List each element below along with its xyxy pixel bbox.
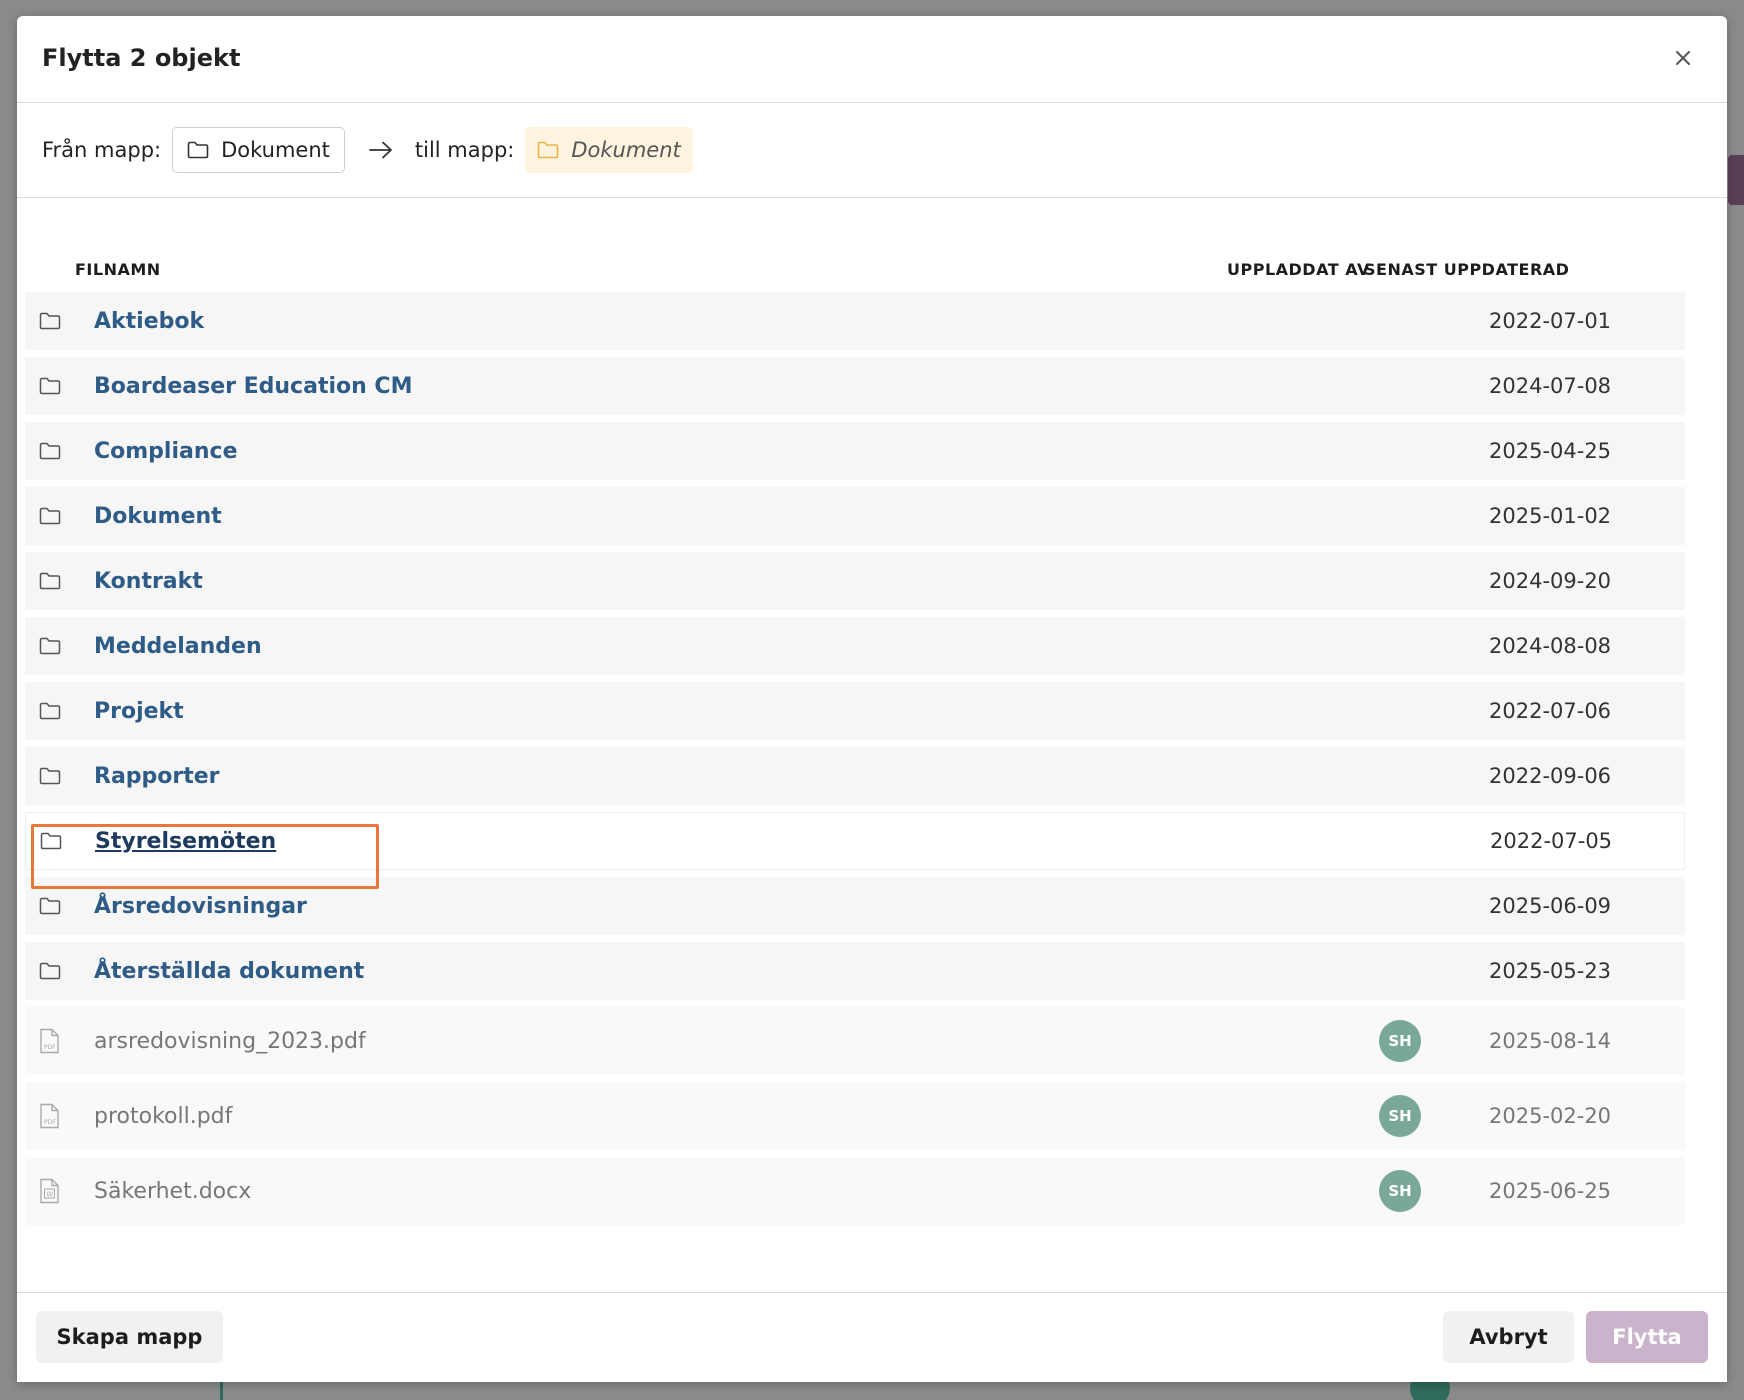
table-row[interactable]: Årsredovisningar 2025-06-09 [25, 877, 1685, 935]
table-row: W Säkerhet.docx SH 2025-06-25 [25, 1157, 1685, 1225]
pdf-file-icon: PDF [39, 1028, 61, 1054]
folder-name-link[interactable]: Projekt [94, 699, 184, 724]
updated-date: 2022-09-06 [1489, 764, 1612, 788]
folder-name-link[interactable]: Kontrakt [94, 569, 203, 594]
folder-name-link[interactable]: Compliance [94, 439, 237, 464]
from-label: Från mapp: [42, 138, 162, 162]
folder-icon [39, 767, 61, 785]
updated-date: 2022-07-05 [1490, 829, 1613, 853]
updated-date: 2022-07-06 [1489, 699, 1612, 723]
column-header-uploaded-by[interactable]: UPPLADDAT AV [1227, 260, 1370, 279]
table-row[interactable]: Aktiebok 2022-07-01 [25, 292, 1685, 350]
from-folder-name: Dokument [221, 138, 330, 162]
background-tab [1728, 155, 1744, 205]
file-name: arsredovisning_2023.pdf [94, 1028, 366, 1054]
dialog-header: Flytta 2 objekt [17, 16, 1727, 103]
updated-date: 2024-07-08 [1489, 374, 1612, 398]
folder-name-link[interactable]: Boardeaser Education CM [94, 374, 412, 399]
folder-name-link[interactable]: Aktiebok [94, 309, 204, 334]
avatar: SH [1379, 1170, 1421, 1212]
folder-icon [39, 507, 61, 525]
folder-name-link[interactable]: Styrelsemöten [95, 829, 276, 854]
background-line [220, 1380, 223, 1400]
folder-icon [39, 637, 61, 655]
pdf-file-icon: PDF [39, 1103, 61, 1129]
table-row[interactable]: Kontrakt 2024-09-20 [25, 552, 1685, 610]
folder-icon [40, 832, 62, 850]
updated-date: 2025-06-25 [1489, 1179, 1612, 1203]
avatar: SH [1379, 1095, 1421, 1137]
from-folder-chip: Dokument [172, 127, 345, 173]
svg-text:PDF: PDF [44, 1119, 56, 1126]
table-row[interactable]: Meddelanden 2024-08-08 [25, 617, 1685, 675]
table-row[interactable]: Compliance 2025-04-25 [25, 422, 1685, 480]
updated-date: 2022-07-01 [1489, 309, 1612, 333]
folder-name-link[interactable]: Dokument [94, 504, 222, 529]
svg-text:W: W [46, 1191, 53, 1199]
dialog-title: Flytta 2 objekt [42, 44, 241, 72]
folder-icon [39, 377, 61, 395]
folder-icon [39, 312, 61, 330]
column-header-name[interactable]: FILNAMN [75, 260, 161, 279]
folder-icon [39, 897, 61, 915]
table-row[interactable]: Projekt 2022-07-06 [25, 682, 1685, 740]
table-row[interactable]: Rapporter 2022-09-06 [25, 747, 1685, 805]
table-row: PDF protokoll.pdf SH 2025-02-20 [25, 1082, 1685, 1150]
svg-text:PDF: PDF [44, 1044, 56, 1051]
avatar: SH [1379, 1020, 1421, 1062]
folder-icon [39, 442, 61, 460]
word-file-icon: W [39, 1178, 61, 1204]
folder-icon [39, 572, 61, 590]
updated-date: 2025-01-02 [1489, 504, 1612, 528]
file-name: protokoll.pdf [94, 1103, 233, 1129]
folder-name-link[interactable]: Meddelanden [94, 634, 262, 659]
close-button[interactable] [1667, 42, 1699, 74]
file-name: Säkerhet.docx [94, 1178, 252, 1204]
dialog-footer: Skapa mapp Avbryt Flytta [17, 1292, 1727, 1382]
file-list: Aktiebok 2022-07-01 Boardeaser Education… [25, 292, 1685, 1232]
to-label: till mapp: [414, 138, 515, 162]
updated-date: 2025-02-20 [1489, 1104, 1612, 1128]
column-header-last-updated[interactable]: SENAST UPPDATERAD [1364, 260, 1569, 279]
folder-name-link[interactable]: Återställda dokument [94, 959, 364, 984]
create-folder-button[interactable]: Skapa mapp [36, 1311, 223, 1363]
folder-name-link[interactable]: Rapporter [94, 764, 220, 789]
table-row[interactable]: Återställda dokument 2025-05-23 [25, 942, 1685, 1000]
move-button[interactable]: Flytta [1586, 1311, 1708, 1363]
to-folder-name: Dokument [571, 138, 681, 162]
table-row[interactable]: Boardeaser Education CM 2024-07-08 [25, 357, 1685, 415]
updated-date: 2025-08-14 [1489, 1029, 1612, 1053]
updated-date: 2024-09-20 [1489, 569, 1612, 593]
close-icon [1676, 51, 1690, 65]
table-row-highlighted[interactable]: Styrelsemöten 2022-07-05 [25, 812, 1685, 870]
folder-icon [538, 141, 559, 159]
cancel-button[interactable]: Avbryt [1443, 1311, 1574, 1363]
updated-date: 2025-06-09 [1489, 894, 1612, 918]
arrow-right-icon [368, 141, 393, 159]
table-row: PDF arsredovisning_2023.pdf SH 2025-08-1… [25, 1007, 1685, 1075]
folder-name-link[interactable]: Årsredovisningar [94, 894, 307, 919]
table-header: FILNAMN UPPLADDAT AV SENAST UPPDATERAD [25, 252, 1685, 282]
folder-icon [39, 702, 61, 720]
table-row[interactable]: Dokument 2025-01-02 [25, 487, 1685, 545]
updated-date: 2024-08-08 [1489, 634, 1612, 658]
updated-date: 2025-05-23 [1489, 959, 1612, 983]
path-bar: Från mapp: Dokument till mapp: Dokument [17, 103, 1727, 198]
folder-icon [187, 141, 209, 159]
folder-icon [39, 962, 61, 980]
updated-date: 2025-04-25 [1489, 439, 1612, 463]
to-folder-chip: Dokument [525, 127, 693, 173]
